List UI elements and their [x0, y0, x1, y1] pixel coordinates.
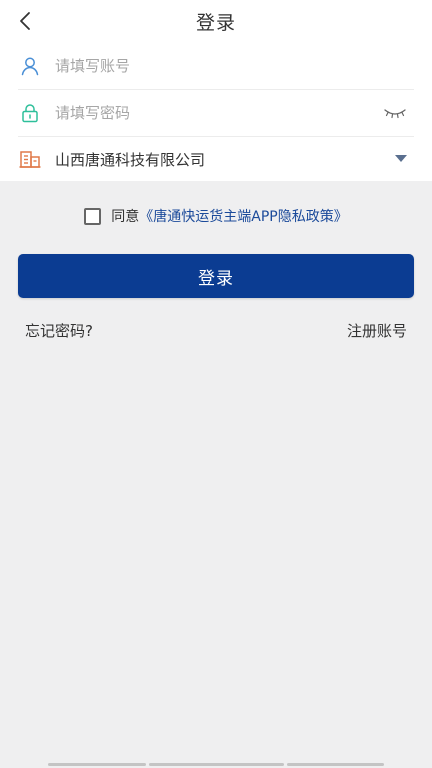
login-button[interactable]: 登录: [18, 254, 414, 298]
forgot-password-link[interactable]: 忘记密码?: [25, 320, 93, 341]
account-row: [18, 43, 414, 90]
agreement-prefix: 同意: [111, 209, 140, 225]
login-form: 山西唐通科技有限公司: [0, 42, 432, 181]
home-indicator-segment: [48, 763, 146, 766]
building-icon: [18, 147, 42, 171]
home-indicator-segment: [149, 763, 284, 766]
company-select[interactable]: 山西唐通科技有限公司: [18, 136, 414, 182]
top-bar: 登录: [0, 0, 432, 42]
dropdown-arrow-icon: [394, 152, 408, 166]
privacy-policy-link[interactable]: 《唐通快运货主端APP隐私政策》: [139, 206, 347, 226]
agreement-row: 同意 《唐通快运货主端APP隐私政策》: [0, 206, 432, 226]
register-account-link[interactable]: 注册账号: [347, 320, 407, 341]
user-icon: [18, 54, 42, 78]
agreement-checkbox[interactable]: [84, 207, 102, 225]
password-input[interactable]: [55, 104, 382, 122]
eye-closed-icon[interactable]: [382, 103, 408, 123]
lock-icon: [18, 101, 42, 125]
password-row: [18, 90, 414, 137]
account-input[interactable]: [55, 57, 414, 75]
home-indicator-segment: [287, 763, 384, 766]
page-title: 登录: [195, 12, 236, 34]
company-value: 山西唐通科技有限公司: [55, 150, 206, 169]
